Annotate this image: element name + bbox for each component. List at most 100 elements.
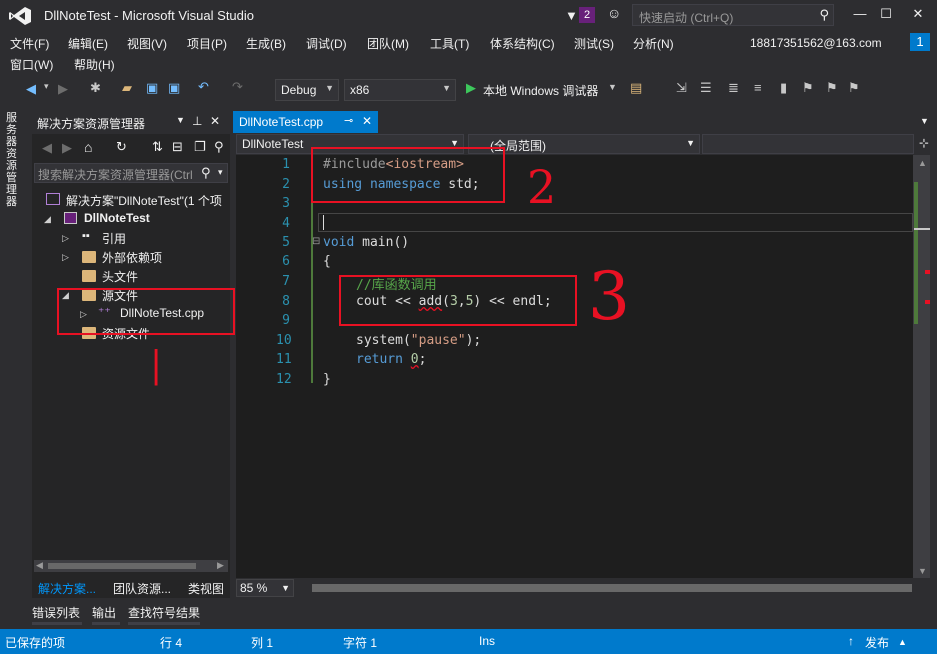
- list-icon[interactable]: ☰: [700, 80, 712, 96]
- panel-close-icon[interactable]: ✕: [210, 114, 220, 128]
- next-bookmark-icon[interactable]: ⚑: [826, 80, 838, 96]
- maximize-button[interactable]: ☐: [868, 2, 904, 26]
- open-folder-icon[interactable]: ▰: [122, 80, 132, 96]
- scroll-up-icon[interactable]: ▲: [918, 158, 927, 168]
- step-icon[interactable]: ⇲: [676, 80, 687, 96]
- line-number: 4: [282, 216, 290, 231]
- tab-pin-icon[interactable]: ⊸: [344, 114, 353, 127]
- split-icon[interactable]: ⊹: [919, 136, 929, 150]
- project-icon: [64, 212, 77, 224]
- undo-icon[interactable]: ↶: [198, 79, 209, 95]
- scroll-down-icon[interactable]: ▼: [918, 566, 927, 576]
- status-column: 列 1: [251, 636, 274, 650]
- expanded-arrow-icon[interactable]: ◢: [44, 214, 51, 225]
- scroll-left-icon[interactable]: ◀: [36, 560, 43, 571]
- config-select[interactable]: Debug ▼: [275, 79, 339, 101]
- clear-bookmark-icon[interactable]: ⚑: [848, 80, 860, 96]
- start-debug-icon[interactable]: ▶: [466, 80, 476, 96]
- zoom-select[interactable]: 85 % ▼: [236, 579, 294, 597]
- search-options-icon[interactable]: ▾: [218, 167, 223, 178]
- status-mode: Ins: [479, 634, 496, 648]
- new-project-icon[interactable]: ✱: [90, 80, 101, 96]
- code-line-12: }: [323, 372, 331, 387]
- tree-references[interactable]: 引用: [102, 230, 126, 247]
- dropdown-arrow-icon[interactable]: ▾: [44, 81, 49, 92]
- feedback-icon[interactable]: ☺: [607, 5, 621, 21]
- collapsed-arrow-icon[interactable]: ▷: [62, 252, 69, 263]
- tab-find-symbol[interactable]: 查找符号结果: [128, 604, 200, 621]
- tree-project[interactable]: DllNoteTest: [84, 211, 150, 225]
- member-nav-select[interactable]: [702, 134, 914, 154]
- tab-close-icon[interactable]: ✕: [362, 114, 372, 128]
- quick-launch-placeholder: 快速启动 (Ctrl+Q): [639, 11, 734, 25]
- menu-edit[interactable]: 编辑(E): [68, 35, 108, 52]
- browser-icon[interactable]: ▤: [630, 80, 642, 96]
- notifications-button[interactable]: ▼ 2: [565, 6, 597, 24]
- editor-hscroll-thumb[interactable]: [312, 584, 912, 592]
- error-marker: [925, 270, 930, 274]
- server-explorer-tab[interactable]: 服务器资源管理器: [6, 112, 20, 208]
- tab-output[interactable]: 输出: [92, 604, 116, 621]
- history-icon[interactable]: ↻: [116, 139, 127, 155]
- sync-icon[interactable]: ⇅: [152, 139, 163, 155]
- search-icon[interactable]: ⚲: [201, 165, 211, 181]
- tree-external-deps[interactable]: 外部依赖项: [102, 249, 162, 266]
- tab-error-list[interactable]: 错误列表: [32, 604, 80, 621]
- menu-file[interactable]: 文件(F): [10, 35, 49, 52]
- tab-overflow-icon[interactable]: ▼: [920, 116, 929, 126]
- collapsed-arrow-icon[interactable]: ▷: [62, 233, 69, 244]
- menu-test[interactable]: 测试(S): [574, 35, 614, 52]
- tree-solution[interactable]: 解决方案"DllNoteTest"(1 个项: [66, 192, 222, 209]
- menu-debug[interactable]: 调试(D): [306, 35, 347, 52]
- save-all-icon[interactable]: ▣: [168, 80, 180, 96]
- quick-launch-input[interactable]: 快速启动 (Ctrl+Q) ⚲: [632, 4, 834, 26]
- solution-hscroll-thumb[interactable]: [48, 563, 196, 569]
- sol-back-icon[interactable]: ◀: [42, 140, 52, 156]
- prev-bookmark-icon[interactable]: ⚑: [802, 80, 814, 96]
- menu-view[interactable]: 视图(V): [127, 35, 167, 52]
- platform-value: x86: [350, 83, 370, 97]
- publish-arrow-icon[interactable]: ↑: [848, 634, 854, 648]
- show-files-icon[interactable]: ❐: [194, 139, 206, 155]
- comment-icon[interactable]: ≣: [728, 80, 739, 96]
- tree-headers[interactable]: 头文件: [102, 268, 138, 285]
- menu-team[interactable]: 团队(M): [367, 35, 409, 52]
- scroll-right-icon[interactable]: ▶: [217, 560, 224, 571]
- collapse-region-icon[interactable]: ⊟: [312, 236, 320, 247]
- save-icon[interactable]: ▣: [146, 80, 158, 96]
- forward-icon[interactable]: ▶: [58, 81, 68, 97]
- publish-menu-icon[interactable]: ▲: [898, 637, 907, 647]
- search-icon[interactable]: ⚲: [819, 7, 829, 23]
- tab-class-view[interactable]: 类视图: [188, 580, 224, 597]
- tab-solution-explorer[interactable]: 解决方案...: [38, 580, 96, 597]
- error-marker: [925, 300, 930, 304]
- tab-underline: [92, 622, 120, 625]
- document-tab-label[interactable]: DllNoteTest.cpp: [239, 115, 323, 129]
- collapse-icon[interactable]: ⊟: [172, 139, 183, 155]
- platform-select[interactable]: x86 ▼: [344, 79, 456, 101]
- redo-icon[interactable]: ↷: [232, 79, 243, 95]
- uncomment-icon[interactable]: ≡: [754, 80, 762, 95]
- panel-menu-icon[interactable]: ▼: [176, 115, 185, 125]
- menu-tools[interactable]: 工具(T): [430, 35, 469, 52]
- menu-build[interactable]: 生成(B): [246, 35, 286, 52]
- publish-button[interactable]: 发布: [865, 634, 889, 651]
- tab-team-explorer[interactable]: 团队资源...: [113, 580, 171, 597]
- home-icon[interactable]: ⌂: [84, 139, 92, 155]
- menu-help[interactable]: 帮助(H): [74, 56, 115, 73]
- menu-analyze[interactable]: 分析(N): [633, 35, 674, 52]
- solution-explorer-panel: [32, 110, 230, 598]
- account-name[interactable]: 18817351562@163.com: [750, 36, 882, 50]
- back-icon[interactable]: ◀: [26, 81, 36, 97]
- menu-architecture[interactable]: 体系结构(C): [490, 35, 555, 52]
- run-dropdown-icon[interactable]: ▼: [608, 82, 617, 92]
- bookmark-icon[interactable]: ▮: [780, 80, 787, 96]
- start-debug-button[interactable]: 本地 Windows 调试器: [483, 82, 598, 99]
- pin-icon[interactable]: ⊥: [192, 114, 202, 128]
- menu-window[interactable]: 窗口(W): [10, 56, 53, 73]
- sol-forward-icon[interactable]: ▶: [62, 140, 72, 156]
- properties-icon[interactable]: ⚲: [214, 139, 224, 155]
- close-button[interactable]: ✕: [900, 2, 936, 26]
- account-badge[interactable]: 1: [910, 33, 930, 51]
- menu-project[interactable]: 项目(P): [187, 35, 227, 52]
